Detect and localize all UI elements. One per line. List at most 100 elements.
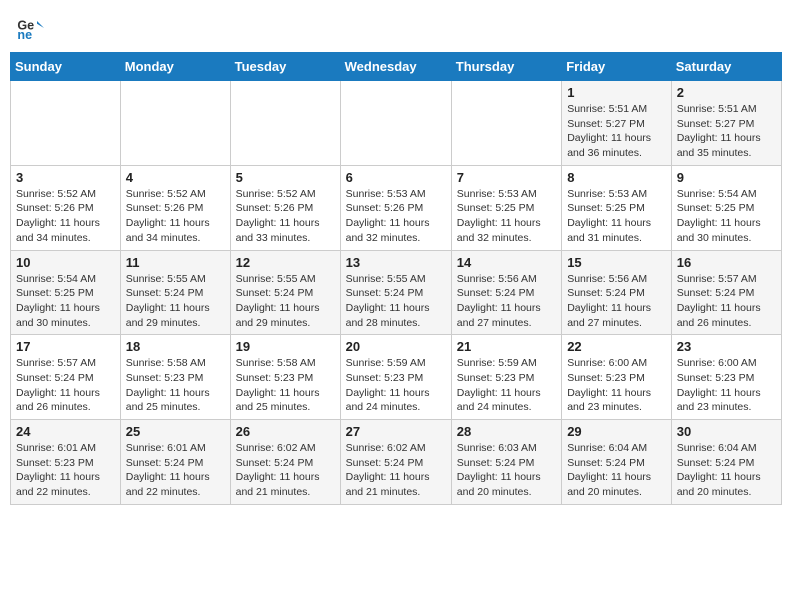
day-info: Sunrise: 5:58 AM Sunset: 5:23 PM Dayligh…	[126, 356, 225, 415]
calendar-week-row: 3Sunrise: 5:52 AM Sunset: 5:26 PM Daylig…	[11, 165, 782, 250]
day-info: Sunrise: 5:54 AM Sunset: 5:25 PM Dayligh…	[677, 187, 776, 246]
day-number: 22	[567, 339, 666, 354]
day-info: Sunrise: 6:04 AM Sunset: 5:24 PM Dayligh…	[677, 441, 776, 500]
calendar-header-thursday: Thursday	[451, 53, 561, 81]
day-info: Sunrise: 5:51 AM Sunset: 5:27 PM Dayligh…	[567, 102, 666, 161]
day-number: 19	[236, 339, 335, 354]
day-number: 11	[126, 255, 225, 270]
day-number: 21	[457, 339, 556, 354]
day-number: 23	[677, 339, 776, 354]
calendar-cell	[120, 81, 230, 166]
day-info: Sunrise: 5:52 AM Sunset: 5:26 PM Dayligh…	[236, 187, 335, 246]
calendar-cell: 5 Sunrise: 5:52 AM Sunset: 5:26 PM Daylig…	[230, 165, 340, 250]
logo-icon: Ge ne	[16, 14, 44, 42]
day-info: Sunrise: 6:01 AM Sunset: 5:24 PM Dayligh…	[126, 441, 225, 500]
day-info: Sunrise: 5:59 AM Sunset: 5:23 PM Dayligh…	[457, 356, 556, 415]
day-number: 20	[346, 339, 446, 354]
day-number: 2	[677, 85, 776, 100]
calendar-cell: 28Sunrise: 6:03 AM Sunset: 5:24 PM Dayli…	[451, 420, 561, 505]
day-number: 28	[457, 424, 556, 439]
calendar-cell: 13 Sunrise: 5:55 AM Sunset: 5:24 PM Dayli…	[340, 250, 451, 335]
day-info: Sunrise: 6:01 AM Sunset: 5:23 PM Dayligh…	[16, 441, 115, 500]
calendar-cell	[230, 81, 340, 166]
calendar-header-row: SundayMondayTuesdayWednesdayThursdayFrid…	[11, 53, 782, 81]
day-number: 12	[236, 255, 335, 270]
page-header: Ge ne	[10, 10, 782, 46]
calendar-cell: 17 Sunrise: 5:57 AM Sunset: 5:24 PM Dayli…	[11, 335, 121, 420]
day-info: Sunrise: 5:57 AM Sunset: 5:24 PM Dayligh…	[677, 272, 776, 331]
calendar-header-monday: Monday	[120, 53, 230, 81]
calendar-cell: 2 Sunrise: 5:51 AM Sunset: 5:27 PM Daylig…	[671, 81, 781, 166]
calendar-cell: 24 Sunrise: 6:01 AM Sunset: 5:23 PM Dayli…	[11, 420, 121, 505]
day-number: 1	[567, 85, 666, 100]
calendar-cell: 3Sunrise: 5:52 AM Sunset: 5:26 PM Daylig…	[11, 165, 121, 250]
day-info: Sunrise: 5:55 AM Sunset: 5:24 PM Dayligh…	[236, 272, 335, 331]
day-number: 15	[567, 255, 666, 270]
day-number: 30	[677, 424, 776, 439]
calendar-cell: 30 Sunrise: 6:04 AM Sunset: 5:24 PM Dayli…	[671, 420, 781, 505]
day-number: 10	[16, 255, 115, 270]
day-info: Sunrise: 5:58 AM Sunset: 5:23 PM Dayligh…	[236, 356, 335, 415]
calendar-week-row: 17 Sunrise: 5:57 AM Sunset: 5:24 PM Dayli…	[11, 335, 782, 420]
calendar-cell: 9 Sunrise: 5:54 AM Sunset: 5:25 PM Daylig…	[671, 165, 781, 250]
day-number: 17	[16, 339, 115, 354]
calendar-week-row: 24 Sunrise: 6:01 AM Sunset: 5:23 PM Dayli…	[11, 420, 782, 505]
day-number: 7	[457, 170, 556, 185]
day-number: 6	[346, 170, 446, 185]
calendar-week-row: 1 Sunrise: 5:51 AM Sunset: 5:27 PM Daylig…	[11, 81, 782, 166]
calendar-cell: 1 Sunrise: 5:51 AM Sunset: 5:27 PM Daylig…	[562, 81, 672, 166]
day-info: Sunrise: 5:59 AM Sunset: 5:23 PM Dayligh…	[346, 356, 446, 415]
calendar-cell	[340, 81, 451, 166]
calendar-cell: 11 Sunrise: 5:55 AM Sunset: 5:24 PM Dayli…	[120, 250, 230, 335]
calendar-cell: 6 Sunrise: 5:53 AM Sunset: 5:26 PM Daylig…	[340, 165, 451, 250]
calendar-cell: 26 Sunrise: 6:02 AM Sunset: 5:24 PM Dayli…	[230, 420, 340, 505]
day-number: 8	[567, 170, 666, 185]
day-info: Sunrise: 6:00 AM Sunset: 5:23 PM Dayligh…	[677, 356, 776, 415]
calendar-cell: 18 Sunrise: 5:58 AM Sunset: 5:23 PM Dayli…	[120, 335, 230, 420]
day-info: Sunrise: 5:55 AM Sunset: 5:24 PM Dayligh…	[346, 272, 446, 331]
day-info: Sunrise: 5:57 AM Sunset: 5:24 PM Dayligh…	[16, 356, 115, 415]
day-number: 26	[236, 424, 335, 439]
logo: Ge ne	[16, 14, 46, 42]
day-info: Sunrise: 6:02 AM Sunset: 5:24 PM Dayligh…	[236, 441, 335, 500]
calendar-table: SundayMondayTuesdayWednesdayThursdayFrid…	[10, 52, 782, 505]
calendar-cell: 27 Sunrise: 6:02 AM Sunset: 5:24 PM Dayli…	[340, 420, 451, 505]
day-info: Sunrise: 5:52 AM Sunset: 5:26 PM Dayligh…	[126, 187, 225, 246]
day-info: Sunrise: 5:51 AM Sunset: 5:27 PM Dayligh…	[677, 102, 776, 161]
calendar-week-row: 10 Sunrise: 5:54 AM Sunset: 5:25 PM Dayli…	[11, 250, 782, 335]
calendar-cell: 8 Sunrise: 5:53 AM Sunset: 5:25 PM Daylig…	[562, 165, 672, 250]
day-info: Sunrise: 5:52 AM Sunset: 5:26 PM Dayligh…	[16, 187, 115, 246]
day-number: 24	[16, 424, 115, 439]
calendar-cell: 16Sunrise: 5:57 AM Sunset: 5:24 PM Dayli…	[671, 250, 781, 335]
calendar-header-friday: Friday	[562, 53, 672, 81]
day-number: 5	[236, 170, 335, 185]
day-info: Sunrise: 6:02 AM Sunset: 5:24 PM Dayligh…	[346, 441, 446, 500]
calendar-header-sunday: Sunday	[11, 53, 121, 81]
calendar-cell: 19 Sunrise: 5:58 AM Sunset: 5:23 PM Dayli…	[230, 335, 340, 420]
day-number: 14	[457, 255, 556, 270]
day-number: 4	[126, 170, 225, 185]
calendar-header-saturday: Saturday	[671, 53, 781, 81]
calendar-cell: 20 Sunrise: 5:59 AM Sunset: 5:23 PM Dayli…	[340, 335, 451, 420]
calendar-cell: 15 Sunrise: 5:56 AM Sunset: 5:24 PM Dayli…	[562, 250, 672, 335]
calendar-cell: 23 Sunrise: 6:00 AM Sunset: 5:23 PM Dayli…	[671, 335, 781, 420]
calendar-cell: 7Sunrise: 5:53 AM Sunset: 5:25 PM Daylig…	[451, 165, 561, 250]
calendar-cell: 22 Sunrise: 6:00 AM Sunset: 5:23 PM Dayli…	[562, 335, 672, 420]
day-info: Sunrise: 5:53 AM Sunset: 5:25 PM Dayligh…	[567, 187, 666, 246]
day-number: 25	[126, 424, 225, 439]
day-info: Sunrise: 6:00 AM Sunset: 5:23 PM Dayligh…	[567, 356, 666, 415]
day-number: 18	[126, 339, 225, 354]
calendar-cell: 25 Sunrise: 6:01 AM Sunset: 5:24 PM Dayli…	[120, 420, 230, 505]
calendar-cell: 21 Sunrise: 5:59 AM Sunset: 5:23 PM Dayli…	[451, 335, 561, 420]
day-info: Sunrise: 5:56 AM Sunset: 5:24 PM Dayligh…	[567, 272, 666, 331]
day-number: 13	[346, 255, 446, 270]
day-info: Sunrise: 5:54 AM Sunset: 5:25 PM Dayligh…	[16, 272, 115, 331]
calendar-cell: 14Sunrise: 5:56 AM Sunset: 5:24 PM Dayli…	[451, 250, 561, 335]
day-number: 27	[346, 424, 446, 439]
calendar-cell: 10 Sunrise: 5:54 AM Sunset: 5:25 PM Dayli…	[11, 250, 121, 335]
day-number: 9	[677, 170, 776, 185]
day-info: Sunrise: 5:53 AM Sunset: 5:26 PM Dayligh…	[346, 187, 446, 246]
day-info: Sunrise: 5:55 AM Sunset: 5:24 PM Dayligh…	[126, 272, 225, 331]
calendar-cell: 12 Sunrise: 5:55 AM Sunset: 5:24 PM Dayli…	[230, 250, 340, 335]
calendar-cell	[451, 81, 561, 166]
